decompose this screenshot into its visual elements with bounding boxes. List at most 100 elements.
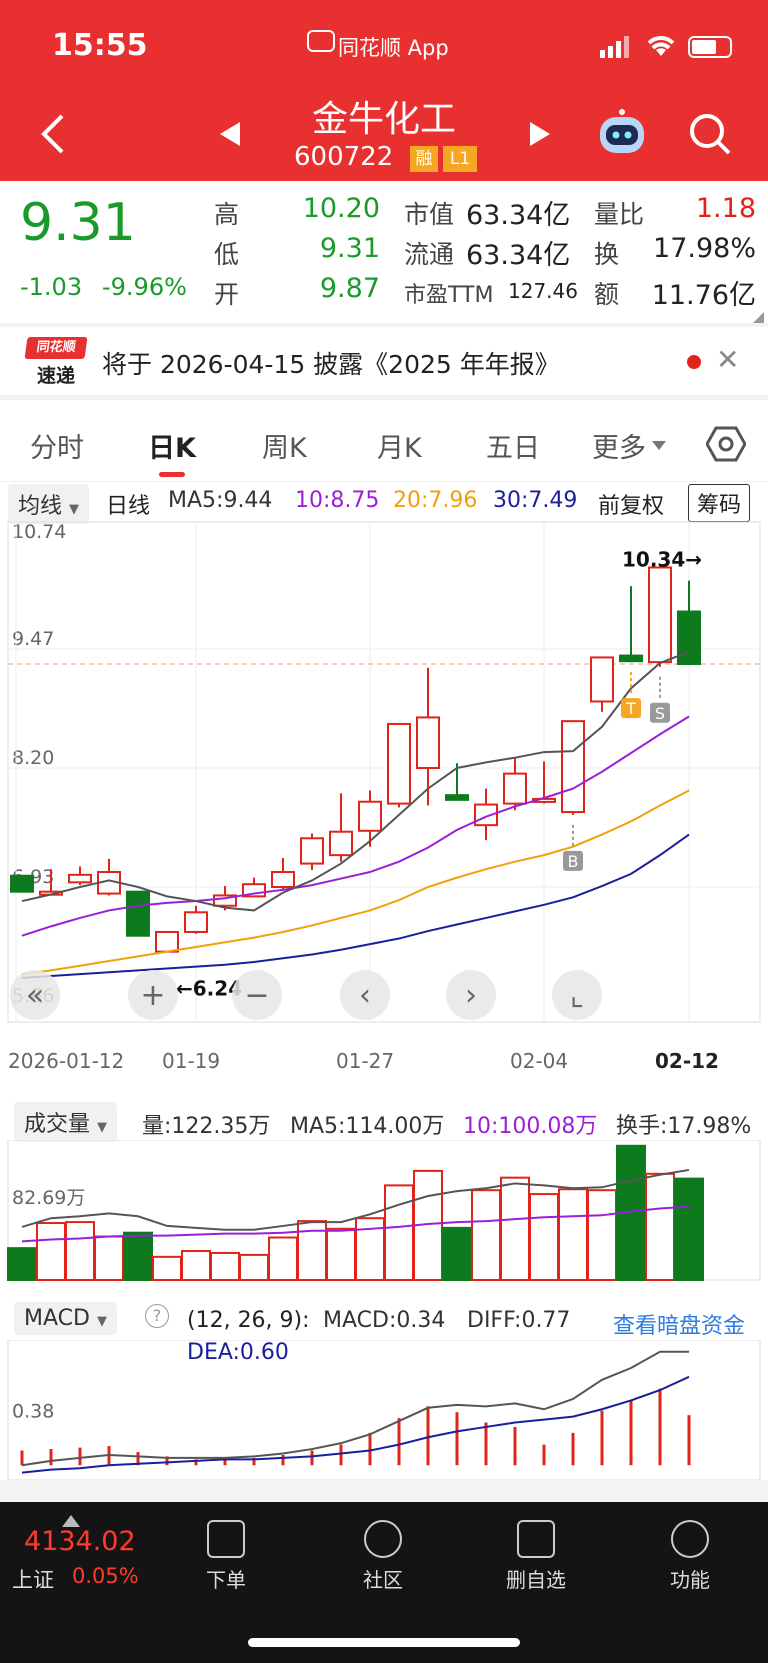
tab-monthly-k[interactable]: 月K [377, 426, 422, 465]
candle-body [300, 837, 324, 865]
macd-value: MACD:0.34 [323, 1308, 446, 1333]
y-axis-label: 10.74 [12, 521, 66, 543]
candle-body [416, 716, 440, 770]
turnover-value: 17.98% [653, 233, 756, 264]
logo-bottom-text: 速递 [36, 365, 75, 387]
ma10-value: 10:8.75 [295, 488, 380, 513]
macd-chart: 0.38 [7, 1340, 761, 1480]
community-button[interactable]: 社区 [323, 1512, 443, 1593]
zoom-out-icon[interactable]: − [232, 970, 282, 1020]
indicator-dropdown[interactable]: 均线 ▼ [8, 484, 90, 524]
y-axis-label: 9.47 [12, 628, 54, 650]
fullscreen-icon[interactable]: ⌞ [552, 970, 602, 1020]
bottom-toolbar: 4134.02 上证 0.05% 下单 社区 删自选 功能 [0, 1502, 768, 1663]
candle-body [503, 772, 527, 805]
volume-bar [442, 1226, 472, 1281]
diff-line [21, 1350, 689, 1467]
order-button[interactable]: 下单 [166, 1512, 286, 1593]
order-label: 下单 [206, 1568, 246, 1592]
volume-dropdown-label: 成交量 [24, 1112, 91, 1137]
scroll-left-icon[interactable]: ‹ [340, 970, 390, 1020]
volume-ma5: MA5:114.00万 [290, 1114, 445, 1139]
volume-bar [210, 1251, 240, 1281]
x-axis-label: 01-27 [336, 1049, 394, 1073]
macd-axis-label: 0.38 [12, 1400, 54, 1422]
volume-bar [7, 1247, 37, 1281]
b-marker-label: B [568, 852, 579, 871]
search-icon[interactable] [688, 112, 732, 160]
volume-value: 量:122.35万 [142, 1114, 271, 1139]
candle-body [590, 656, 614, 703]
scroll-right-icon[interactable]: › [446, 970, 496, 1020]
zoom-in-icon[interactable]: + [128, 970, 178, 1020]
volume-bar [587, 1189, 617, 1282]
high-label: 高 [214, 200, 240, 229]
x-axis-label: 02-12 [655, 1049, 719, 1073]
amount-label: 额 [594, 280, 620, 309]
volume-bar [65, 1221, 95, 1281]
candle-body [561, 720, 585, 814]
open-value: 9.87 [319, 273, 380, 304]
volume-dropdown[interactable]: 成交量 ▼ [14, 1102, 118, 1142]
candle-body [358, 800, 382, 832]
index-value[interactable]: 4134.02 [24, 1526, 136, 1557]
period-label: 日线 [106, 494, 151, 519]
tab-weekly-k[interactable]: 周K [262, 426, 307, 465]
amount-value: 11.76亿 [651, 280, 756, 311]
macd-header: MACD ▼ ? (12, 26, 9): MACD:0.34 DIFF:0.7… [0, 1302, 768, 1365]
candle-body [445, 794, 469, 801]
diff-value: DIFF:0.77 [467, 1308, 571, 1333]
volume-header: 成交量 ▼ 量:122.35万 MA5:114.00万 10:100.08万 换… [0, 1102, 768, 1142]
close-icon[interactable]: ✕ [716, 343, 739, 376]
community-icon [364, 1520, 402, 1558]
status-app-label: 同花顺 App [338, 36, 449, 60]
scroll-left-fast-icon[interactable]: « [10, 970, 60, 1020]
home-indicator [248, 1638, 520, 1647]
macd-dropdown[interactable]: MACD ▼ [14, 1302, 117, 1335]
mcap-value: 63.34亿 [466, 200, 571, 231]
prev-stock-icon[interactable] [218, 120, 242, 152]
chevron-down-icon [652, 436, 666, 455]
index-name: 上证 [12, 1568, 54, 1592]
candle-body [68, 873, 92, 884]
y-axis-label: 8.20 [12, 747, 54, 769]
functions-button[interactable]: 功能 [630, 1512, 750, 1593]
turnover-label: 换 [594, 240, 620, 269]
adjust-label[interactable]: 前复权 [598, 488, 664, 520]
s-marker-label: S [655, 704, 665, 723]
volume-bar [384, 1184, 414, 1281]
mcap-label: 市值 [404, 200, 455, 229]
x-axis-label: 01-19 [162, 1049, 220, 1073]
ths-logo-icon [307, 30, 335, 52]
volume-bar [181, 1250, 211, 1282]
tab-intraday[interactable]: 分时 [30, 426, 84, 465]
notice-bar[interactable]: 同花顺 速递 将于 2026-04-15 披露《2025 年年报》 ✕ [0, 327, 768, 395]
candle-body [184, 911, 208, 933]
help-icon[interactable]: ? [145, 1304, 169, 1328]
tab-daily-k[interactable]: 日K [148, 426, 196, 465]
stock-name: 金牛化工 [311, 99, 456, 140]
volume-bar [500, 1176, 530, 1281]
price-change: -1.03 [20, 273, 83, 301]
ma30-value: 30:7.49 [493, 488, 578, 513]
logo-top-text: 同花顺 [24, 337, 88, 359]
volume-bar [123, 1231, 153, 1281]
candle-body [387, 722, 411, 805]
back-icon[interactable] [38, 112, 66, 160]
community-label: 社区 [363, 1568, 403, 1592]
low-value: 9.31 [319, 233, 380, 264]
chevron-down-icon: ▼ [69, 502, 80, 517]
price-change-pct: -9.96% [102, 273, 187, 301]
dea-line [21, 1375, 690, 1474]
tab-five-day[interactable]: 五日 [486, 426, 540, 465]
dark-pool-link[interactable]: 查看暗盘资金 [613, 1308, 745, 1340]
last-price: 9.31 [20, 193, 136, 253]
high-value: 10.20 [302, 193, 380, 224]
macd-dropdown-label: MACD [24, 1306, 90, 1331]
next-stock-icon[interactable] [528, 120, 552, 152]
chip-button[interactable]: 筹码 [688, 484, 751, 522]
robot-assistant-icon[interactable] [596, 108, 648, 160]
settings-icon[interactable] [705, 426, 747, 466]
remove-watchlist-button[interactable]: 删自选 [476, 1512, 596, 1593]
tab-more[interactable]: 更多 [592, 426, 646, 465]
